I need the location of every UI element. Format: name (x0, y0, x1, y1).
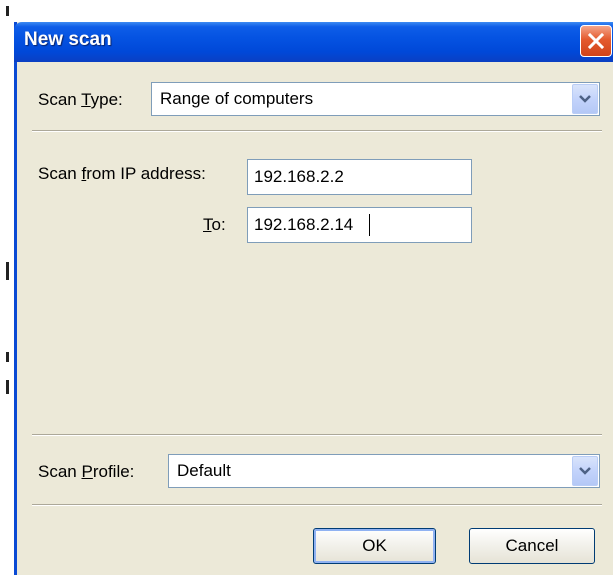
ok-button[interactable]: OK (313, 528, 436, 564)
chevron-down-icon (579, 95, 591, 103)
dialog-title: New scan (24, 29, 112, 50)
scan-profile-select[interactable]: Default (168, 454, 600, 488)
close-button[interactable] (580, 25, 612, 57)
cancel-button[interactable]: Cancel (469, 528, 595, 564)
chevron-down-icon (579, 467, 591, 475)
scan-profile-label: Scan Profile: (38, 462, 135, 481)
separator (32, 434, 602, 436)
background-text-fragment (6, 6, 9, 16)
scan-type-label: Scan Type: (38, 90, 123, 109)
separator (32, 130, 602, 132)
background-text-fragment (6, 352, 9, 362)
scan-profile-value: Default (177, 461, 231, 480)
background-text-fragment (6, 262, 9, 280)
screen: New scan Scan Type: Range of computers S… (0, 0, 613, 575)
title-bar[interactable]: New scan (14, 22, 613, 62)
scan-type-select[interactable]: Range of computers (151, 82, 600, 116)
to-ip-label: To: (203, 215, 226, 234)
to-ip-input[interactable] (247, 207, 472, 243)
text-cursor (369, 214, 370, 236)
separator (32, 504, 602, 506)
scan-type-value: Range of computers (160, 89, 314, 108)
new-scan-dialog: New scan Scan Type: Range of computers S… (14, 22, 613, 575)
scan-profile-dropdown-button[interactable] (572, 456, 598, 486)
scan-type-dropdown-button[interactable] (572, 84, 598, 114)
from-ip-input[interactable] (247, 159, 472, 195)
close-icon (587, 32, 605, 50)
background-text-fragment (6, 380, 9, 394)
scan-from-ip-label: Scan from IP address: (38, 164, 206, 183)
